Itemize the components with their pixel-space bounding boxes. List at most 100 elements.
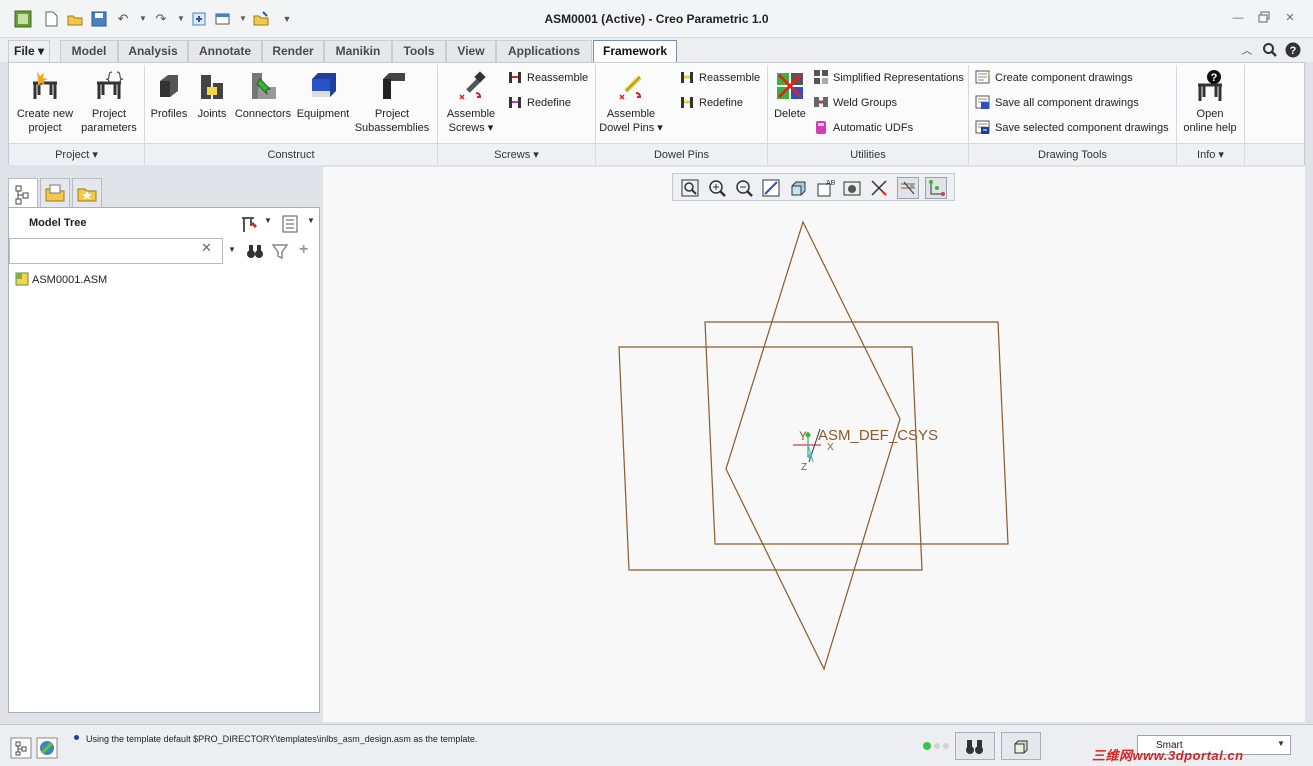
csys-z-label: Z bbox=[801, 462, 807, 473]
model-tree-tab[interactable] bbox=[8, 178, 38, 207]
folder-browser-icon bbox=[45, 184, 65, 202]
open-online-help-button[interactable]: ? Open online help bbox=[1179, 69, 1241, 135]
create-component-drawings-button[interactable]: Create component drawings bbox=[975, 69, 1133, 87]
csys-display-icon[interactable] bbox=[925, 177, 947, 199]
assemble-screws-label: Assemble Screws ▾ bbox=[446, 108, 496, 134]
dowel-redefine-button[interactable]: Redefine bbox=[679, 94, 743, 112]
assemble-screws-button[interactable]: Assemble Screws ▾ bbox=[439, 69, 503, 135]
plane-display-icon[interactable] bbox=[897, 177, 919, 199]
tab-view[interactable]: View bbox=[446, 40, 496, 62]
equipment-label: Equipment bbox=[296, 108, 350, 120]
delete-icon bbox=[777, 73, 803, 99]
tab-applications[interactable]: Applications bbox=[496, 40, 592, 62]
search-dropdown-icon[interactable]: ▼ bbox=[228, 245, 236, 254]
tab-render[interactable]: Render bbox=[262, 40, 324, 62]
info-group-label[interactable]: Info ▾ bbox=[1177, 143, 1244, 165]
connectors-label: Connectors bbox=[234, 108, 292, 120]
model-tree-icon bbox=[15, 185, 29, 205]
model-tree-item-label: ASM0001.ASM bbox=[32, 274, 108, 286]
delete-button[interactable]: Delete bbox=[769, 69, 811, 121]
perspective-icon[interactable] bbox=[868, 177, 890, 199]
show-list-icon[interactable] bbox=[281, 214, 301, 237]
find-button[interactable] bbox=[955, 732, 995, 760]
connectors-button[interactable]: Connectors bbox=[233, 69, 293, 121]
window-title: ASM0001 (Active) - Creo Parametric 1.0 bbox=[544, 12, 769, 26]
datum-plane-top[interactable] bbox=[618, 346, 923, 571]
csys-name-label: ASM_DEF_CSYS bbox=[818, 427, 938, 444]
display-style-icon[interactable] bbox=[787, 177, 809, 199]
zoom-in-icon[interactable] bbox=[706, 177, 728, 199]
close-icon[interactable]: ✕ bbox=[1282, 11, 1298, 25]
selection-box-button[interactable] bbox=[1001, 732, 1041, 760]
saved-orientations-icon[interactable]: AB bbox=[814, 177, 836, 199]
project-subassemblies-button[interactable]: Project Subassemblies bbox=[353, 69, 431, 135]
model-tree-settings-icon[interactable] bbox=[239, 214, 261, 237]
screws-reassemble-button[interactable]: Reassemble bbox=[507, 69, 588, 87]
search-icon[interactable] bbox=[1262, 42, 1278, 61]
add-column-icon[interactable]: + bbox=[299, 241, 308, 259]
minimize-ribbon-icon[interactable]: ︿ bbox=[1242, 42, 1252, 57]
dowel-reassemble-button[interactable]: Reassemble bbox=[679, 69, 760, 87]
save-selected-component-drawings-button[interactable]: Save selected component drawings bbox=[975, 119, 1169, 137]
minimize-icon[interactable]: — bbox=[1230, 11, 1246, 25]
save-all-component-drawings-button[interactable]: Save all component drawings bbox=[975, 94, 1139, 112]
view-manager-icon[interactable] bbox=[841, 177, 863, 199]
title-bar: ↶ ▼ ↷ ▼ ▼ ▼ ASM0001 (Active) - Creo Para… bbox=[0, 0, 1313, 38]
repaint-icon[interactable] bbox=[760, 177, 782, 199]
zoom-out-icon[interactable] bbox=[733, 177, 755, 199]
assembly-icon bbox=[15, 272, 29, 286]
help-icon[interactable]: ? bbox=[1285, 42, 1301, 61]
show-dropdown-icon[interactable]: ▼ bbox=[307, 216, 315, 225]
online-help-icon: ? bbox=[1198, 70, 1222, 101]
restore-icon[interactable] bbox=[1256, 11, 1272, 25]
equipment-button[interactable]: Equipment bbox=[295, 69, 351, 121]
clear-search-icon[interactable]: ✕ bbox=[201, 240, 212, 256]
assemble-dowel-pins-icon bbox=[619, 75, 642, 100]
simplified-representations-button[interactable]: Simplified Representations bbox=[813, 69, 964, 87]
project-parameters-icon bbox=[97, 71, 124, 99]
model-tree-search-input[interactable] bbox=[9, 238, 223, 264]
project-group-label[interactable]: Project ▾ bbox=[9, 143, 144, 165]
model-view-canvas[interactable]: Y X Z ASM_DEF_CSYS bbox=[323, 167, 1305, 722]
tab-tools[interactable]: Tools bbox=[392, 40, 446, 62]
joints-button[interactable]: Joints bbox=[191, 69, 233, 121]
regeneration-status-icon bbox=[922, 741, 952, 754]
screws-redefine-button[interactable]: Redefine bbox=[507, 94, 571, 112]
delete-label: Delete bbox=[774, 108, 806, 120]
navigator-toggle-icon[interactable] bbox=[10, 737, 32, 762]
create-drawings-icon bbox=[975, 70, 990, 84]
create-new-project-button[interactable]: Create new project bbox=[13, 69, 77, 135]
tab-annotate[interactable]: Annotate bbox=[188, 40, 262, 62]
weld-groups-button[interactable]: Weld Groups bbox=[813, 94, 897, 112]
joints-label: Joints bbox=[197, 108, 227, 120]
equipment-icon bbox=[312, 73, 336, 97]
utilities-group-label: Utilities bbox=[768, 143, 968, 165]
tab-file[interactable]: File ▾ bbox=[8, 40, 50, 62]
selection-box-icon bbox=[1014, 740, 1028, 754]
model-tree-item-asm0001[interactable]: ASM0001.ASM bbox=[15, 272, 107, 286]
favorites-tab[interactable] bbox=[72, 178, 102, 207]
tab-manikin[interactable]: Manikin bbox=[324, 40, 392, 62]
screw-reassemble-icon bbox=[509, 72, 521, 83]
screws-group-label[interactable]: Screws ▾ bbox=[438, 143, 595, 165]
project-parameters-button[interactable]: Project parameters bbox=[77, 69, 141, 135]
filter-dropdown-icon[interactable]: ▼ bbox=[1277, 739, 1285, 748]
browser-toggle-icon[interactable] bbox=[36, 737, 58, 762]
automatic-udfs-button[interactable]: Automatic UDFs bbox=[813, 119, 913, 137]
folder-browser-tab[interactable] bbox=[40, 178, 70, 207]
tab-analysis[interactable]: Analysis bbox=[118, 40, 188, 62]
screw-redefine-icon bbox=[509, 97, 521, 108]
assemble-dowel-pins-button[interactable]: Assemble Dowel Pins ▾ bbox=[597, 69, 665, 135]
ribbon-empty-area bbox=[1245, 143, 1304, 165]
find-binoculars-icon[interactable] bbox=[246, 242, 264, 263]
profiles-button[interactable]: Profiles bbox=[147, 69, 191, 121]
settings-dropdown-icon[interactable]: ▼ bbox=[264, 216, 272, 225]
graphics-window[interactable]: Y X Z ASM_DEF_CSYS bbox=[323, 167, 1305, 722]
tab-framework[interactable]: Framework bbox=[593, 40, 677, 63]
refit-icon[interactable] bbox=[679, 177, 701, 199]
svg-text:?: ? bbox=[1211, 72, 1218, 84]
create-component-drawings-label: Create component drawings bbox=[995, 72, 1133, 84]
message-bullet-icon bbox=[74, 735, 79, 740]
tab-model[interactable]: Model bbox=[60, 40, 118, 62]
filter-icon[interactable] bbox=[271, 242, 289, 263]
